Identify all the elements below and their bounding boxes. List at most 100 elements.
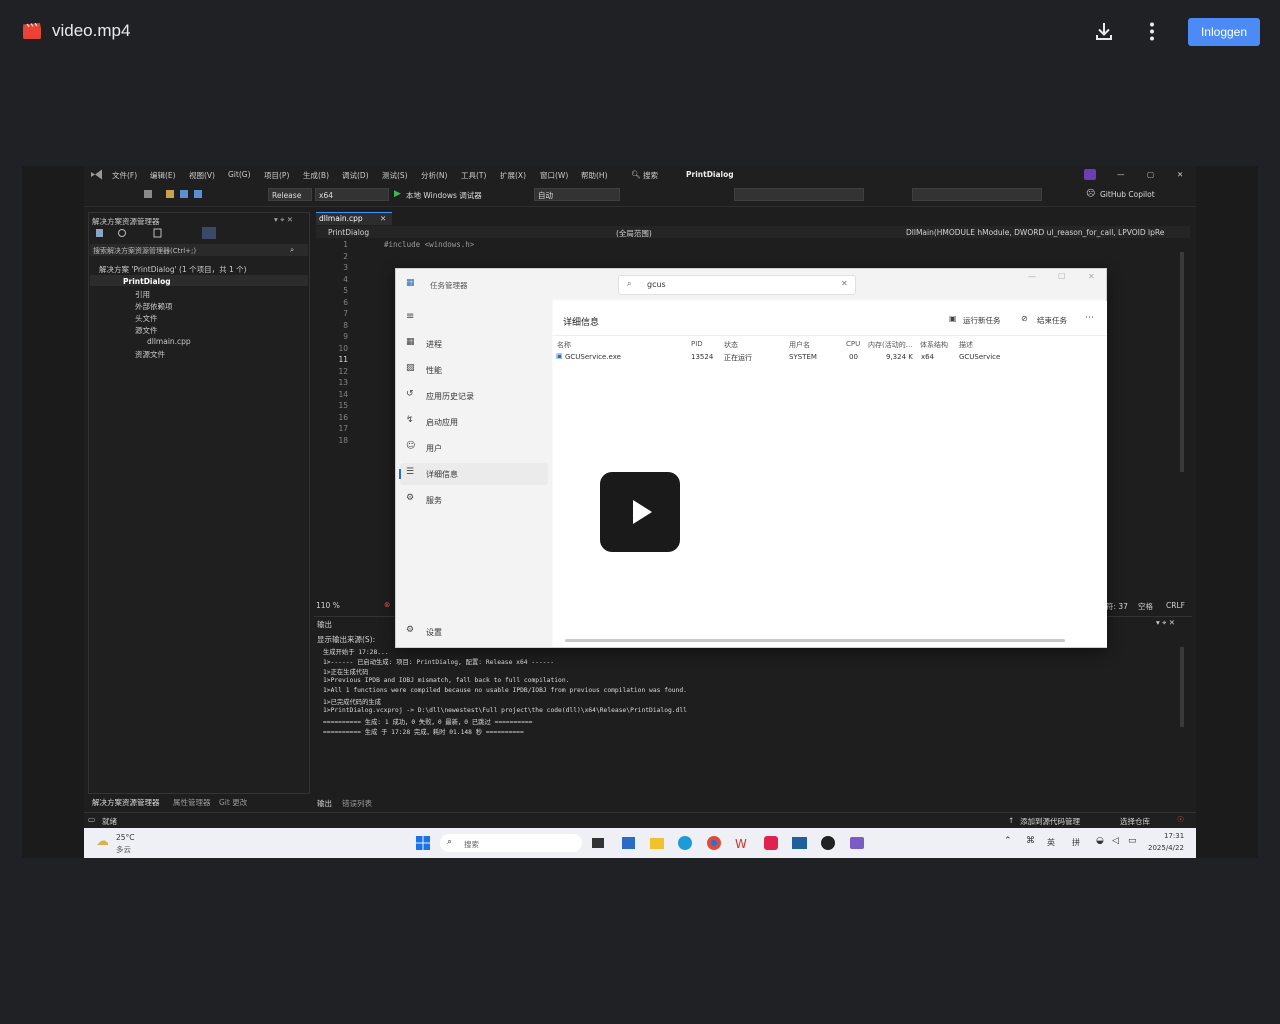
ime-language[interactable]: 英	[1047, 837, 1055, 848]
nav-app-history[interactable]: 应用历史记录	[426, 391, 474, 402]
nav-settings[interactable]: 设置	[426, 627, 442, 638]
tab-property-manager[interactable]: 属性管理器	[173, 797, 211, 808]
menu-analyze[interactable]: 分析(N)	[421, 170, 447, 181]
nav-services[interactable]: 服务	[426, 495, 442, 506]
end-task-button[interactable]: 结束任务	[1037, 315, 1067, 326]
minimize-icon[interactable]: —	[1117, 170, 1125, 179]
tab-dllmain[interactable]: dllmain.cpp ✕	[316, 212, 392, 225]
tm-horizontal-scrollbar[interactable]	[565, 639, 1065, 642]
nav-project[interactable]: PrintDialog	[328, 228, 369, 237]
close-icon[interactable]: ✕	[1177, 170, 1183, 179]
notification-icon[interactable]: ☉	[1177, 815, 1184, 824]
editor-scrollbar[interactable]	[1180, 252, 1184, 472]
col-memory[interactable]: 内存(活动的...	[868, 340, 912, 350]
add-source-control[interactable]: 添加到源代码管理	[1020, 816, 1080, 827]
close-icon[interactable]: ✕	[380, 214, 386, 223]
windows-start-icon[interactable]	[416, 836, 430, 850]
login-button[interactable]: Inloggen	[1188, 18, 1260, 46]
tree-references[interactable]: 引用	[135, 289, 150, 300]
col-name[interactable]: 名称	[557, 340, 571, 350]
toolbar-combo-1[interactable]	[734, 188, 864, 201]
nav-details-selected[interactable]	[400, 463, 548, 485]
clock-time[interactable]: 17:31	[1164, 832, 1184, 840]
search-icon[interactable]: 🔍︎	[631, 170, 641, 179]
solution-search-input[interactable]: 搜索解决方案资源管理器(Ctrl+;) ⌕	[90, 244, 308, 256]
tab-git-changes[interactable]: Git 更改	[219, 797, 247, 808]
nav-startup-apps[interactable]: 启动应用	[426, 417, 458, 428]
nav-function[interactable]: DllMain(HMODULE hModule, DWORD ul_reason…	[906, 228, 1164, 237]
nav-users[interactable]: 用户	[426, 443, 442, 454]
col-pid[interactable]: PID	[691, 340, 703, 348]
pin-icon[interactable]: ▾ ⌖ ✕	[274, 215, 293, 225]
tree-resource-files[interactable]: 资源文件	[135, 349, 165, 360]
col-cpu[interactable]: CPU	[846, 340, 860, 348]
vs-search[interactable]: 搜索	[643, 170, 658, 181]
run-new-task-button[interactable]: 运行新任务	[963, 315, 1001, 326]
menu-edit[interactable]: 编辑(E)	[150, 170, 176, 181]
run-button[interactable]: 本地 Windows 调试器	[406, 190, 482, 201]
select-repo[interactable]: 选择仓库	[1120, 816, 1150, 827]
tree-source-files[interactable]: 源文件	[135, 325, 158, 336]
error-icon[interactable]: ⊗	[384, 600, 390, 609]
nav-processes[interactable]: 进程	[426, 339, 442, 350]
minimize-icon[interactable]: —	[1028, 272, 1036, 281]
col-description[interactable]: 描述	[959, 340, 973, 350]
menu-build[interactable]: 生成(B)	[303, 170, 329, 181]
volume-icon[interactable]: ◁	[1112, 836, 1119, 846]
nav-scope[interactable]: (全局范围)	[616, 228, 652, 239]
avatar[interactable]	[1084, 169, 1096, 180]
auto-select[interactable]: 自动	[534, 188, 620, 201]
microphone-icon[interactable]: ⌘	[1026, 836, 1035, 846]
tab-output[interactable]: 输出	[317, 798, 332, 809]
download-icon[interactable]	[1091, 18, 1117, 44]
clear-icon[interactable]: ✕	[841, 279, 848, 288]
output-line: 1>已完成代码的生成	[323, 699, 381, 706]
wifi-icon[interactable]: ◒	[1096, 836, 1104, 846]
more-vertical-icon[interactable]	[1140, 18, 1164, 44]
menu-view[interactable]: 视图(V)	[189, 170, 215, 181]
zoom-level[interactable]: 110 %	[316, 601, 340, 610]
taskbar-app-icons[interactable]: W	[590, 834, 870, 852]
menu-test[interactable]: 测试(S)	[382, 170, 408, 181]
tree-solution[interactable]: 解决方案 'PrintDialog' (1 个项目，共 1 个)	[99, 264, 247, 275]
play-button[interactable]	[600, 472, 680, 552]
tab-error-list[interactable]: 错误列表	[342, 798, 372, 809]
run-icon[interactable]: ▶	[394, 189, 401, 199]
more-horizontal-icon[interactable]: ⋯	[1085, 313, 1094, 323]
chevron-up-icon[interactable]: ⌃	[1004, 836, 1012, 846]
tree-external-deps[interactable]: 外部依赖项	[135, 301, 173, 312]
ime-mode[interactable]: 拼	[1072, 837, 1080, 848]
tab-solution-explorer[interactable]: 解决方案资源管理器	[92, 797, 160, 808]
col-status[interactable]: 状态	[724, 340, 738, 350]
menu-tools[interactable]: 工具(T)	[461, 170, 486, 181]
table-row[interactable]: ▣ GCUService.exe 13524 正在运行 SYSTEM 00 9,…	[553, 350, 1107, 362]
close-icon[interactable]: ✕	[1088, 272, 1095, 281]
output-scrollbar[interactable]	[1180, 647, 1184, 727]
taskbar-search[interactable]: ⌕ 搜索	[440, 834, 582, 852]
col-username[interactable]: 用户名	[789, 340, 810, 350]
battery-icon[interactable]: ▭	[1128, 836, 1137, 846]
menu-project[interactable]: 项目(P)	[264, 170, 289, 181]
menu-window[interactable]: 窗口(W)	[540, 170, 568, 181]
nav-details[interactable]: 详细信息	[426, 469, 458, 480]
menu-file[interactable]: 文件(F)	[112, 170, 137, 181]
nav-performance[interactable]: 性能	[426, 365, 442, 376]
tree-dllmain[interactable]: dllmain.cpp	[147, 337, 191, 346]
tree-project[interactable]: PrintDialog	[123, 277, 171, 286]
toolbar-combo-2[interactable]	[912, 188, 1042, 201]
col-architecture[interactable]: 体系结构	[920, 340, 948, 350]
menu-help[interactable]: 帮助(H)	[581, 170, 608, 181]
menu-debug[interactable]: 调试(D)	[342, 170, 369, 181]
platform-select[interactable]: x64	[315, 188, 389, 201]
tree-header-files[interactable]: 头文件	[135, 313, 158, 324]
maximize-icon[interactable]: ▢	[1058, 271, 1066, 280]
hamburger-icon[interactable]: ≡	[406, 311, 414, 322]
clock-date[interactable]: 2025/4/22	[1148, 844, 1184, 852]
menu-extensions[interactable]: 扩展(X)	[500, 170, 526, 181]
maximize-icon[interactable]: ▢	[1147, 170, 1154, 179]
config-select[interactable]: Release	[268, 188, 312, 201]
menu-git[interactable]: Git(G)	[228, 170, 251, 179]
close-icon[interactable]: ▾ ⌖ ✕	[1156, 618, 1175, 628]
copilot-button[interactable]: GitHub Copilot	[1100, 190, 1155, 199]
tm-search-input[interactable]: ⌕ gcus ✕	[618, 275, 856, 295]
